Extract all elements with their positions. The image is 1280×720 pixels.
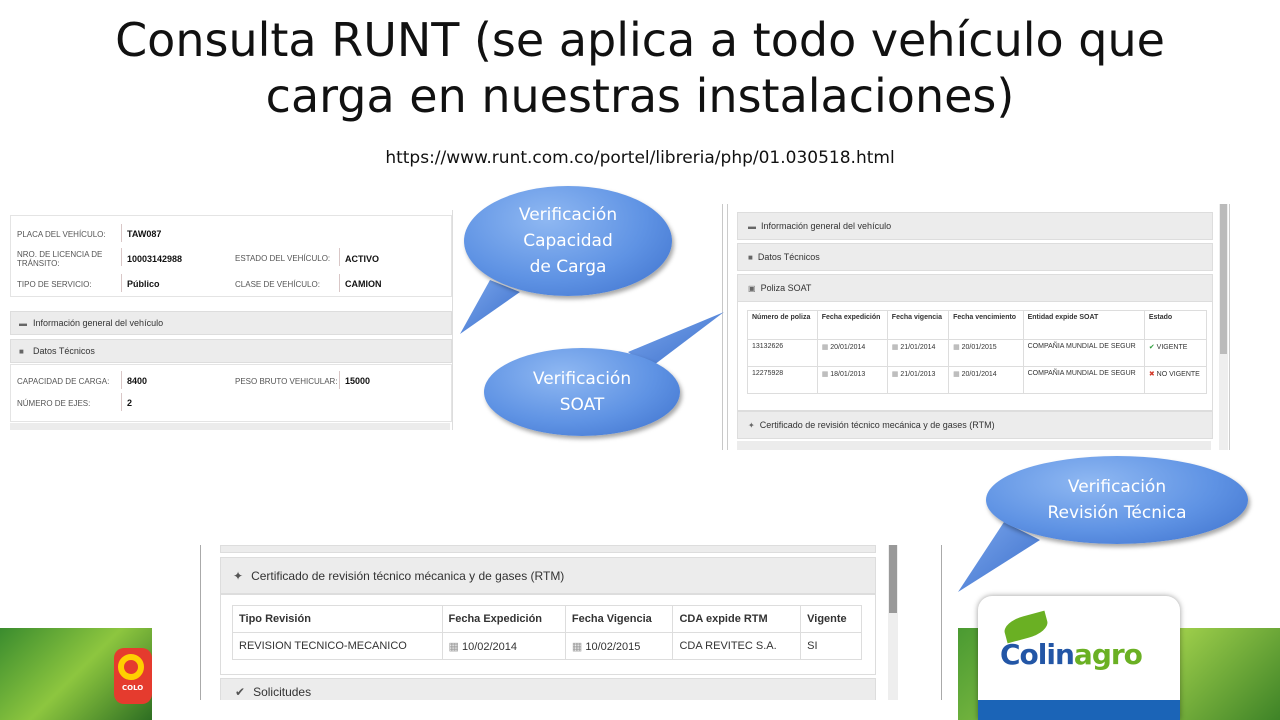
callout-line: Verificación <box>532 369 632 389</box>
callout-line: Verificación <box>1067 477 1167 497</box>
callout-capacidad-carga: Verificación Capacidad de Carga <box>464 186 672 296</box>
callout-line: de Carga <box>529 257 607 277</box>
callout-tail-tecnica <box>958 522 1040 592</box>
callout-revision-tecnica: Verificación Revisión Técnica <box>986 456 1248 544</box>
callout-tail-carga <box>460 280 520 334</box>
callout-soat: Verificación SOAT <box>484 348 680 436</box>
callout-line: SOAT <box>559 395 605 415</box>
callout-line: Revisión Técnica <box>1047 503 1187 523</box>
callout-line: Verificación <box>518 205 618 225</box>
callout-line: Capacidad <box>523 231 613 251</box>
